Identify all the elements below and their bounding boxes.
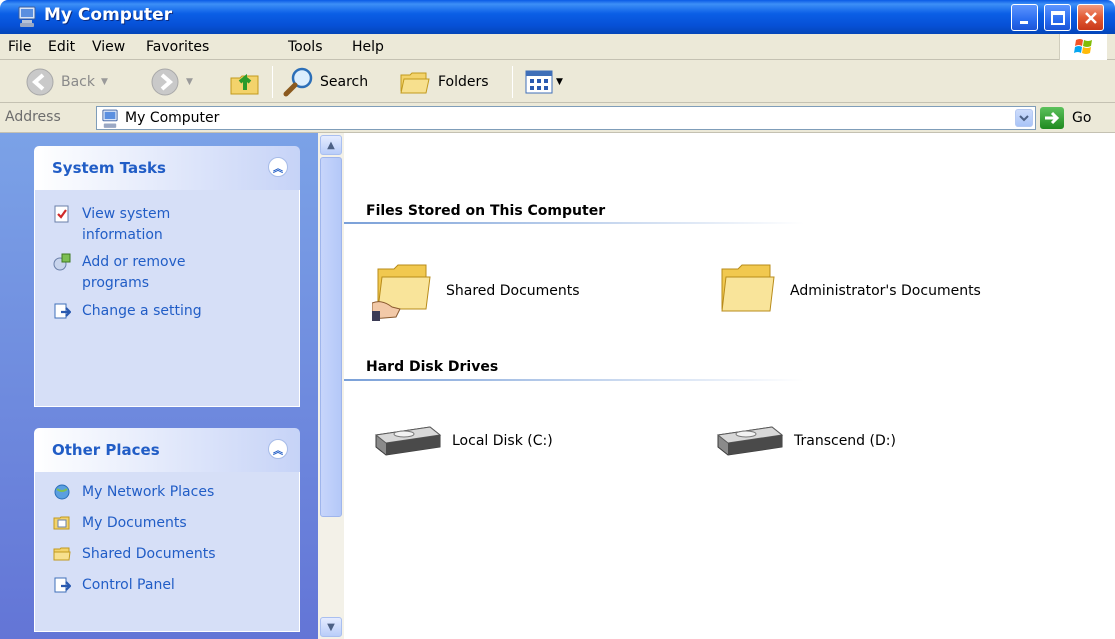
toolbar-separator (512, 66, 513, 98)
close-icon (1085, 12, 1097, 24)
collapse-chevron-icon[interactable]: ︽ (268, 157, 288, 177)
go-label: Go (1072, 110, 1092, 126)
toolbar-separator (272, 66, 273, 98)
window-title: My Computer (44, 5, 173, 25)
menu-tools[interactable]: Tools (288, 39, 323, 55)
other-places-title: Other Places (52, 441, 160, 459)
folder-icon (721, 264, 775, 312)
folders-icon (400, 72, 430, 93)
address-value: My Computer (125, 110, 220, 126)
menu-view[interactable]: View (92, 39, 125, 55)
scroll-down-icon[interactable]: ▼ (320, 617, 342, 637)
other-places-header[interactable]: Other Places ︽ (34, 428, 300, 472)
place-label: My Network Places (82, 484, 215, 500)
search-icon (283, 67, 313, 96)
address-field[interactable]: My Computer (96, 106, 1036, 130)
other-places-body: My Network Places My Documents Shared Do… (34, 472, 300, 632)
views-dropdown-icon[interactable]: ▼ (556, 77, 563, 87)
my-computer-icon (18, 6, 36, 28)
windows-logo-icon (1059, 34, 1107, 60)
back-dropdown-icon[interactable]: ▼ (101, 77, 108, 87)
system-info-icon (54, 205, 69, 223)
task-label: Add or remove programs (82, 254, 186, 291)
standard-toolbar: Back ▼ ▼ Search Folders ▼ (0, 60, 1115, 103)
scroll-thumb[interactable] (320, 157, 342, 517)
menu-edit[interactable]: Edit (48, 39, 75, 55)
task-label: Change a setting (82, 303, 202, 319)
back-button[interactable]: Back ▼ (25, 60, 108, 103)
task-view-system-information[interactable]: View system information (53, 204, 212, 246)
group-divider (344, 379, 804, 381)
address-label: Address (5, 109, 61, 125)
folders-label: Folders (438, 73, 489, 90)
close-button[interactable] (1077, 4, 1104, 31)
shared-folder-icon (372, 264, 431, 321)
control-panel-icon (54, 303, 71, 319)
maximize-button[interactable] (1044, 4, 1071, 31)
views-button[interactable]: ▼ (525, 60, 563, 103)
menu-favorites[interactable]: Favorites (146, 39, 209, 55)
item-local-disk-c[interactable]: Local Disk (C:) (372, 423, 553, 459)
hard-disk-icon (374, 426, 442, 456)
other-places-panel: Other Places ︽ My Network Places My Docu… (34, 428, 300, 632)
item-label: Administrator's Documents (790, 283, 981, 299)
place-label: Control Panel (82, 577, 175, 593)
place-control-panel[interactable]: Control Panel (53, 575, 175, 596)
task-pane: System Tasks ︽ View system information A… (0, 133, 318, 639)
item-shared-documents[interactable]: Shared Documents (372, 259, 580, 323)
back-label: Back (61, 73, 95, 90)
address-bar: Address My Computer Go (0, 103, 1115, 133)
system-tasks-title: System Tasks (52, 159, 166, 177)
my-documents-icon (53, 516, 70, 530)
add-remove-programs-icon (53, 253, 71, 271)
address-dropdown-icon[interactable] (1015, 109, 1033, 127)
task-change-a-setting[interactable]: Change a setting (53, 301, 202, 322)
minimize-button[interactable] (1011, 4, 1038, 31)
network-places-icon (54, 484, 70, 500)
group-header-files-stored: Files Stored on This Computer (366, 203, 606, 219)
control-panel-icon (54, 577, 71, 593)
place-shared-documents[interactable]: Shared Documents (53, 544, 216, 565)
search-button[interactable]: Search (282, 60, 368, 103)
folder-icon (53, 547, 71, 561)
place-my-documents[interactable]: My Documents (53, 513, 187, 534)
task-label: View system information (82, 206, 171, 243)
minimize-icon (1020, 21, 1028, 24)
item-label: Transcend (D:) (794, 433, 896, 449)
task-pane-scrollbar[interactable]: ▲ ▼ (318, 133, 344, 639)
my-computer-icon (102, 109, 118, 129)
go-arrow-icon (1040, 107, 1064, 129)
system-tasks-body: View system information Add or remove pr… (34, 190, 300, 407)
maximize-icon (1051, 11, 1065, 25)
forward-dropdown-icon[interactable]: ▼ (186, 77, 193, 87)
menu-file[interactable]: File (8, 39, 31, 55)
system-tasks-panel: System Tasks ︽ View system information A… (34, 146, 300, 407)
hard-disk-icon (716, 426, 784, 456)
task-add-remove-programs[interactable]: Add or remove programs (53, 252, 212, 294)
item-label: Shared Documents (446, 283, 580, 299)
up-folder-icon (230, 73, 259, 94)
content-pane: Files Stored on This Computer Shared Doc… (344, 133, 1115, 639)
item-transcend-d[interactable]: Transcend (D:) (714, 423, 896, 459)
back-arrow-icon (26, 68, 54, 95)
group-divider (344, 222, 804, 224)
menu-help[interactable]: Help (352, 39, 384, 55)
item-label: Local Disk (C:) (452, 433, 553, 449)
scroll-up-icon[interactable]: ▲ (320, 135, 342, 155)
place-my-network-places[interactable]: My Network Places (53, 482, 214, 503)
system-tasks-header[interactable]: System Tasks ︽ (34, 146, 300, 190)
search-label: Search (320, 73, 369, 90)
forward-button[interactable]: ▼ (150, 60, 193, 103)
item-administrators-documents[interactable]: Administrator's Documents (716, 259, 981, 323)
up-folder-button[interactable] (228, 60, 262, 103)
group-header-hard-disk-drives: Hard Disk Drives (366, 359, 499, 375)
forward-arrow-icon (151, 68, 179, 95)
place-label: Shared Documents (82, 546, 216, 562)
views-grid-icon (525, 70, 553, 93)
place-label: My Documents (82, 515, 187, 531)
menu-bar: File Edit View Favorites Tools Help (0, 34, 1115, 60)
go-button[interactable]: Go (1040, 106, 1110, 130)
collapse-chevron-icon[interactable]: ︽ (268, 439, 288, 459)
folders-button[interactable]: Folders (398, 60, 489, 103)
